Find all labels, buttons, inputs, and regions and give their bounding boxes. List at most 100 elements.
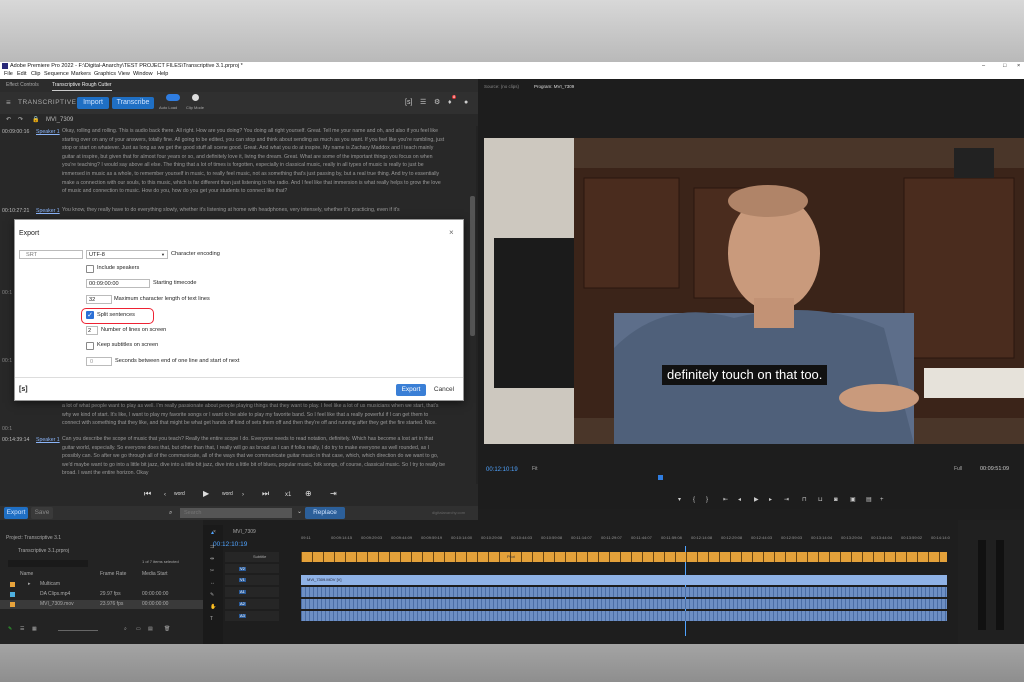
tab-source[interactable]: Source: (no clips) bbox=[484, 84, 519, 90]
track-header[interactable]: V1 bbox=[225, 575, 279, 585]
speaker-label[interactable]: Speaker 1 bbox=[36, 208, 60, 214]
skip-back-icon[interactable]: ⏮ bbox=[144, 490, 151, 498]
autoload-toggle[interactable] bbox=[166, 94, 180, 101]
timecode[interactable]: 00:14:39:14 bbox=[2, 437, 29, 443]
close-button[interactable]: × bbox=[1017, 63, 1020, 70]
track-label[interactable]: A3 bbox=[239, 614, 246, 618]
replace-button[interactable]: Replace bbox=[305, 507, 345, 519]
close-icon[interactable]: × bbox=[449, 229, 454, 237]
timeline-timecode[interactable]: 00:12:10:19 bbox=[213, 541, 247, 549]
camera-icon[interactable]: ◙ bbox=[834, 497, 838, 503]
undo-icon[interactable]: ↶ bbox=[6, 117, 11, 123]
list-item-selected[interactable]: MVI_7309.mov 23.976 fps 00:00:00:00 bbox=[0, 600, 203, 609]
list-icon[interactable]: ☰ bbox=[420, 99, 426, 106]
tab-transcriptive[interactable]: Transcriptive Rough Cutter bbox=[52, 83, 112, 91]
brace-out-icon[interactable]: } bbox=[706, 497, 708, 503]
brace-in-icon[interactable]: { bbox=[693, 497, 695, 503]
track-lane[interactable] bbox=[301, 587, 947, 597]
skip-forward-icon[interactable]: ⏭ bbox=[262, 490, 269, 498]
time-ruler[interactable]: 09:11 00:09:14:15 00:09:29:03 00:09:44:09 00… bbox=[301, 536, 950, 546]
settings-icon[interactable]: ▤ bbox=[866, 497, 872, 503]
menu-file[interactable]: File bbox=[4, 71, 13, 78]
format-select[interactable]: SRT bbox=[19, 250, 83, 259]
quality-select[interactable]: Full bbox=[954, 467, 962, 472]
export-button[interactable]: Export bbox=[4, 507, 28, 519]
list-view-icon[interactable]: ☰ bbox=[20, 627, 24, 632]
track-header[interactable]: V2 bbox=[225, 564, 279, 573]
menu-sequence[interactable]: Sequence bbox=[44, 71, 69, 78]
grid-view-icon[interactable]: ▦ bbox=[32, 627, 37, 632]
list-item[interactable]: DA Clips.mp4 29.97 fps 00:00:00:00 bbox=[0, 590, 203, 599]
bell-icon[interactable]: ♦ bbox=[448, 99, 452, 106]
mark-in-icon[interactable]: ▾ bbox=[678, 497, 681, 503]
transcribe-button[interactable]: Transcribe bbox=[112, 97, 154, 109]
lock-icon[interactable]: 🔒 bbox=[32, 117, 39, 123]
play-icon[interactable]: ▶ bbox=[203, 490, 209, 498]
hamburger-icon[interactable]: ≡ bbox=[6, 99, 11, 107]
menu-help[interactable]: Help bbox=[157, 71, 168, 78]
track-lane[interactable]: Pilot bbox=[301, 552, 947, 562]
transcript-scrollbar[interactable] bbox=[470, 196, 475, 336]
go-in-icon[interactable]: ⇤ bbox=[723, 497, 728, 503]
include-speakers-checkbox[interactable] bbox=[86, 265, 94, 273]
export-frame-icon[interactable]: ▣ bbox=[850, 497, 856, 503]
save-button[interactable]: Save bbox=[31, 507, 53, 519]
maxlen-input[interactable]: 32 bbox=[86, 295, 112, 304]
pen-icon[interactable]: ✎ bbox=[210, 593, 214, 598]
minimize-button[interactable]: – bbox=[982, 63, 985, 70]
track-label[interactable]: A1 bbox=[239, 590, 246, 594]
col-name[interactable]: Name bbox=[20, 572, 33, 577]
track-label[interactable]: V2 bbox=[239, 567, 246, 571]
go-out-icon[interactable]: ⇥ bbox=[784, 497, 789, 503]
import-button[interactable]: Import bbox=[77, 97, 109, 109]
insert-icon[interactable]: ⊓ bbox=[802, 497, 807, 503]
track-header[interactable]: Subtitle bbox=[225, 552, 279, 562]
track-label[interactable]: V1 bbox=[239, 578, 246, 582]
keep-on-screen-checkbox[interactable] bbox=[86, 342, 94, 350]
play-icon[interactable]: ▶ bbox=[754, 497, 759, 503]
new-item-icon[interactable]: ▤ bbox=[148, 627, 153, 632]
transcript-paragraph[interactable]: Can you describe the scope of music that… bbox=[62, 435, 446, 479]
insert-icon[interactable]: ⊕ bbox=[305, 490, 312, 498]
split-sentences-checkbox[interactable]: ✓ bbox=[86, 311, 94, 319]
dialog-export-button[interactable]: Export bbox=[396, 384, 426, 396]
step-back-icon[interactable]: ◂ bbox=[738, 497, 741, 503]
overwrite-icon[interactable]: ⊔ bbox=[818, 497, 823, 503]
track-lane[interactable] bbox=[301, 599, 947, 609]
speed-label[interactable]: x1 bbox=[285, 492, 291, 498]
trash-icon[interactable]: 🗑 bbox=[164, 627, 170, 632]
playhead-marker[interactable] bbox=[658, 475, 663, 480]
prev-word-label[interactable]: word bbox=[174, 492, 185, 497]
transcript-paragraph[interactable]: Okay, rolling and rolling. This is audio… bbox=[62, 127, 446, 203]
timecode[interactable]: 00:10:27:21 bbox=[2, 208, 29, 214]
pencil-icon[interactable]: ✎ bbox=[8, 627, 12, 632]
hand-icon[interactable]: ✋ bbox=[210, 605, 216, 610]
sequence-tab[interactable]: MVI_7309 bbox=[233, 530, 256, 535]
speaker-label[interactable]: Speaker 1 bbox=[36, 129, 60, 135]
program-timecode[interactable]: 00:12:10:19 bbox=[486, 467, 518, 473]
timecode[interactable]: 00:09:00:16 bbox=[2, 129, 29, 135]
track-lane[interactable] bbox=[301, 611, 947, 621]
menu-view[interactable]: View bbox=[118, 71, 130, 78]
track-label[interactable]: A2 bbox=[239, 602, 246, 606]
speaker-label[interactable]: Speaker 1 bbox=[36, 437, 60, 443]
track-header[interactable]: A3 bbox=[225, 611, 279, 621]
col-framerate[interactable]: Frame Rate bbox=[100, 572, 126, 577]
tab-effect-controls[interactable]: Effect Controls bbox=[6, 83, 39, 88]
menu-markers[interactable]: Markers bbox=[71, 71, 91, 78]
menu-window[interactable]: Window bbox=[133, 71, 153, 78]
transcript-paragraph[interactable]: You know, they really have to do everyth… bbox=[62, 206, 446, 215]
transcript-paragraph[interactable]: a lot of what people want to play as wel… bbox=[62, 402, 446, 437]
user-icon[interactable]: ● bbox=[464, 99, 468, 106]
search-options-icon[interactable]: ⌄ bbox=[297, 509, 302, 515]
razor-icon[interactable]: ✂ bbox=[210, 569, 214, 574]
gap-input[interactable]: 0 bbox=[86, 357, 112, 366]
new-bin-icon[interactable]: ▭ bbox=[136, 627, 141, 632]
track-header[interactable]: A2 bbox=[225, 599, 279, 609]
gear-icon[interactable]: ⚙ bbox=[434, 99, 440, 106]
col-mediastart[interactable]: Media Start bbox=[142, 572, 168, 577]
list-item[interactable]: ▸ Multicam bbox=[0, 580, 203, 589]
track-lane[interactable] bbox=[301, 564, 947, 573]
next-word-icon[interactable]: › bbox=[242, 492, 244, 498]
menu-graphics[interactable]: Graphics bbox=[94, 71, 116, 78]
